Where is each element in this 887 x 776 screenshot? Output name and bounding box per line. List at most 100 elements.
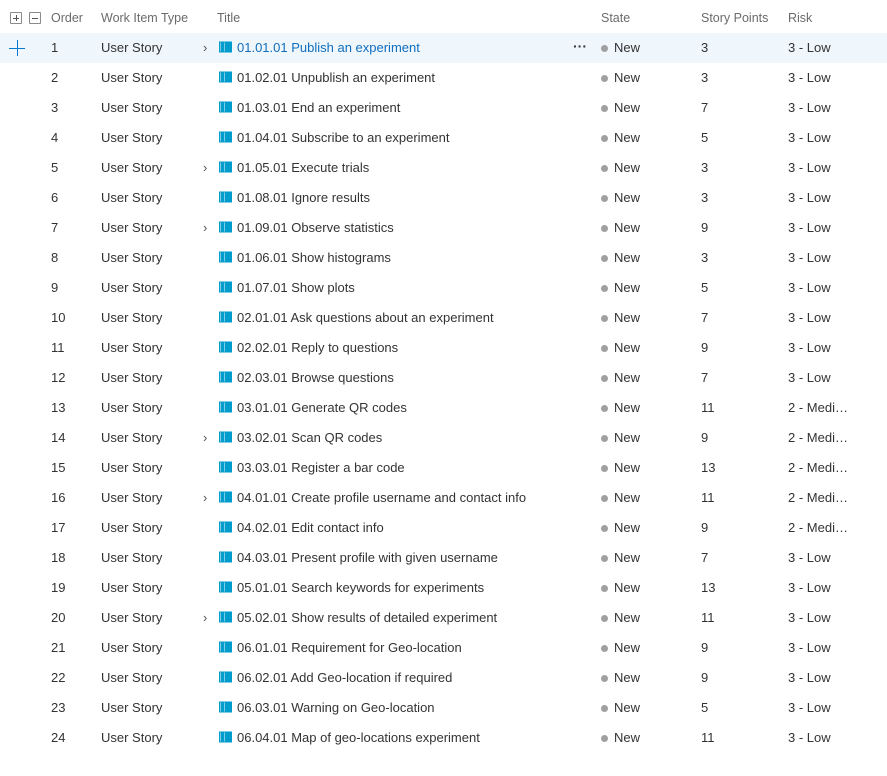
title-link[interactable]: 02.02.01 Reply to questions: [237, 340, 398, 355]
table-row[interactable]: 23 User Story 06.03.01 Warning on Geo-loc…: [0, 693, 887, 723]
work-item-type-cell: User Story: [101, 280, 163, 295]
column-header-title[interactable]: Title: [217, 11, 240, 25]
title-link[interactable]: 01.08.01 Ignore results: [237, 190, 370, 205]
title-link[interactable]: 06.03.01 Warning on Geo-location: [237, 700, 435, 715]
chevron-right-icon[interactable]: ›: [203, 610, 213, 625]
collapse-all-icon[interactable]: [29, 12, 41, 24]
book-icon: [219, 401, 232, 413]
book-icon: [219, 521, 232, 533]
chevron-right-icon[interactable]: ›: [203, 430, 213, 445]
book-icon: [219, 551, 232, 563]
state-dot-icon: [601, 225, 608, 232]
table-row[interactable]: 12 User Story 02.03.01 Browse questions Ne…: [0, 363, 887, 393]
title-link[interactable]: 01.07.01 Show plots: [237, 280, 355, 295]
table-row[interactable]: 3 User Story 01.03.01 End an experiment Ne…: [0, 93, 887, 123]
table-row[interactable]: 24 User Story 06.04.01 Map of geo-locatio…: [0, 723, 887, 753]
title-link[interactable]: 04.01.01 Create profile username and con…: [237, 490, 526, 505]
more-actions-icon[interactable]: ···: [573, 38, 587, 54]
title-link[interactable]: 03.01.01 Generate QR codes: [237, 400, 407, 415]
chevron-right-icon[interactable]: ›: [203, 220, 213, 235]
work-item-type-cell: User Story: [101, 460, 163, 475]
state-dot-icon: [601, 135, 608, 142]
state-cell: New: [614, 190, 641, 205]
order-cell: 13: [51, 400, 66, 415]
risk-cell: 2 - Medi…: [788, 490, 848, 505]
table-row[interactable]: 11 User Story 02.02.01 Reply to questions…: [0, 333, 887, 363]
table-row[interactable]: 7 User Story › 01.09.01 Observe statistics…: [0, 213, 887, 243]
table-row[interactable]: 21 User Story 06.01.01 Requirement for Ge…: [0, 633, 887, 663]
table-row[interactable]: 2 User Story 01.02.01 Unpublish an experi…: [0, 63, 887, 93]
risk-cell: 2 - Medi…: [788, 520, 848, 535]
chevron-right-icon[interactable]: ›: [203, 40, 213, 55]
table-row[interactable]: 20 User Story › 05.02.01 Show results of d…: [0, 603, 887, 633]
title-link[interactable]: 01.01.01 Publish an experiment: [237, 40, 420, 55]
column-header-order[interactable]: Order: [51, 11, 83, 25]
title-link[interactable]: 04.03.01 Present profile with given user…: [237, 550, 498, 565]
state-dot-icon: [601, 315, 608, 322]
table-row[interactable]: 22 User Story 06.02.01 Add Geo-location i…: [0, 663, 887, 693]
title-link[interactable]: 02.01.01 Ask questions about an experime…: [237, 310, 494, 325]
order-cell: 7: [51, 220, 59, 235]
state-cell: New: [614, 550, 641, 565]
order-cell: 17: [51, 520, 66, 535]
book-icon: [219, 311, 232, 323]
title-link[interactable]: 06.04.01 Map of geo-locations experiment: [237, 730, 480, 745]
column-header-risk[interactable]: Risk: [788, 11, 812, 25]
book-icon: [219, 341, 232, 353]
table-row[interactable]: 5 User Story › 01.05.01 Execute trials New 3…: [0, 153, 887, 183]
story-points-cell: 11: [701, 490, 715, 505]
book-icon: [219, 701, 232, 713]
table-row[interactable]: 1 User Story › 01.01.01 Publish an experim…: [0, 33, 887, 63]
title-link[interactable]: 01.02.01 Unpublish an experiment: [237, 70, 435, 85]
story-points-cell: 11: [701, 610, 715, 625]
work-item-type-cell: User Story: [101, 160, 163, 175]
title-link[interactable]: 01.06.01 Show histograms: [237, 250, 391, 265]
book-icon: [219, 731, 232, 743]
table-row[interactable]: 17 User Story 04.02.01 Edit contact info N…: [0, 513, 887, 543]
title-link[interactable]: 03.03.01 Register a bar code: [237, 460, 405, 475]
chevron-right-icon[interactable]: ›: [203, 160, 213, 175]
table-row[interactable]: 13 User Story 03.01.01 Generate QR codes N…: [0, 393, 887, 423]
title-link[interactable]: 05.02.01 Show results of detailed experi…: [237, 610, 497, 625]
table-row[interactable]: 19 User Story 05.01.01 Search keywords fo…: [0, 573, 887, 603]
state-dot-icon: [601, 675, 608, 682]
story-points-cell: 9: [701, 670, 709, 685]
work-item-type-cell: User Story: [101, 550, 163, 565]
title-link[interactable]: 01.05.01 Execute trials: [237, 160, 369, 175]
title-link[interactable]: 06.01.01 Requirement for Geo-location: [237, 640, 462, 655]
title-link[interactable]: 05.01.01 Search keywords for experiments: [237, 580, 484, 595]
table-row[interactable]: 6 User Story 01.08.01 Ignore results New 3 3…: [0, 183, 887, 213]
table-row[interactable]: 4 User Story 01.04.01 Subscribe to an exp…: [0, 123, 887, 153]
order-cell: 4: [51, 130, 59, 145]
plus-icon[interactable]: [9, 40, 25, 56]
chevron-right-icon[interactable]: ›: [203, 490, 213, 505]
state-dot-icon: [601, 645, 608, 652]
title-link[interactable]: 06.02.01 Add Geo-location if required: [237, 670, 452, 685]
state-cell: New: [614, 460, 641, 475]
work-item-type-cell: User Story: [101, 310, 163, 325]
table-row[interactable]: 14 User Story › 03.02.01 Scan QR codes New 9…: [0, 423, 887, 453]
title-link[interactable]: 01.04.01 Subscribe to an experiment: [237, 130, 449, 145]
expand-all-icon[interactable]: [10, 12, 22, 24]
column-header-work-item-type[interactable]: Work Item Type: [101, 11, 188, 25]
title-link[interactable]: 02.03.01 Browse questions: [237, 370, 394, 385]
order-cell: 21: [51, 640, 66, 655]
table-row[interactable]: 18 User Story 04.03.01 Present profile wi…: [0, 543, 887, 573]
table-row[interactable]: 10 User Story 02.01.01 Ask questions abou…: [0, 303, 887, 333]
state-dot-icon: [601, 75, 608, 82]
book-icon: [219, 671, 232, 683]
table-row[interactable]: 16 User Story › 04.01.01 Create profile us…: [0, 483, 887, 513]
state-cell: New: [614, 160, 641, 175]
state-cell: New: [614, 730, 641, 745]
table-row[interactable]: 9 User Story 01.07.01 Show plots New 5 3 - L…: [0, 273, 887, 303]
table-row[interactable]: 15 User Story 03.03.01 Register a bar cod…: [0, 453, 887, 483]
title-link[interactable]: 01.03.01 End an experiment: [237, 100, 400, 115]
title-link[interactable]: 01.09.01 Observe statistics: [237, 220, 394, 235]
title-link[interactable]: 03.02.01 Scan QR codes: [237, 430, 382, 445]
column-header-story-points[interactable]: Story Points: [701, 11, 768, 25]
table-row[interactable]: 8 User Story 01.06.01 Show histograms New 3…: [0, 243, 887, 273]
order-cell: 2: [51, 70, 59, 85]
state-dot-icon: [601, 555, 608, 562]
column-header-state[interactable]: State: [601, 11, 630, 25]
title-link[interactable]: 04.02.01 Edit contact info: [237, 520, 384, 535]
